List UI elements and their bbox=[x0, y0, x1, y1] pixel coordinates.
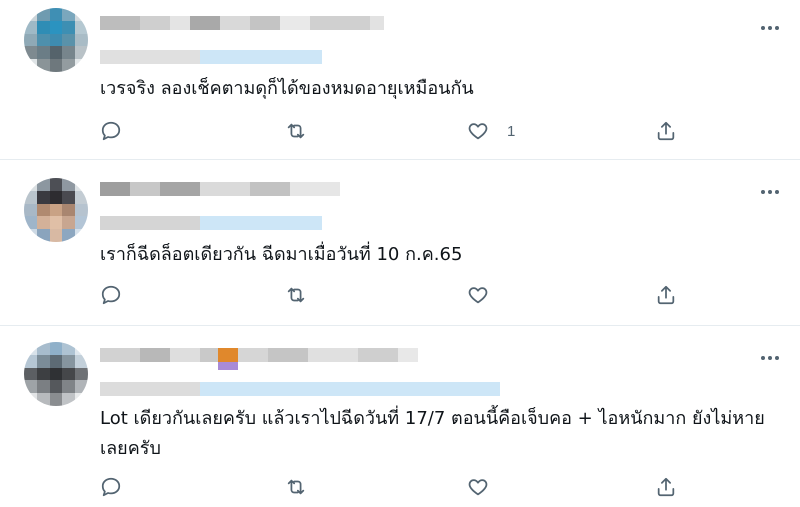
more-options-icon[interactable] bbox=[756, 18, 784, 38]
reply-button[interactable] bbox=[100, 474, 140, 500]
like-button[interactable] bbox=[467, 474, 507, 500]
blurred-display-name bbox=[100, 348, 418, 362]
reply-tweet[interactable]: Lot เดียวกันเลยครับ แล้วเราไปฉีดวันที่ 1… bbox=[0, 326, 800, 507]
reply-icon bbox=[101, 477, 121, 497]
more-options-icon[interactable] bbox=[756, 182, 784, 202]
blurred-handle bbox=[100, 382, 500, 396]
reply-button[interactable] bbox=[100, 118, 140, 144]
blurred-badge bbox=[100, 362, 238, 376]
reply-icon bbox=[101, 121, 121, 141]
avatar[interactable] bbox=[24, 8, 88, 72]
more-options-icon[interactable] bbox=[756, 348, 784, 368]
avatar[interactable] bbox=[24, 342, 88, 406]
blurred-display-name bbox=[100, 16, 384, 30]
action-bar: 1 bbox=[100, 118, 700, 144]
share-button[interactable] bbox=[655, 282, 677, 308]
share-icon bbox=[657, 121, 675, 141]
reply-text: เวรจริง ลองเช็คตามดุก็ได้ของหมดอายุเหมือ… bbox=[100, 78, 474, 99]
action-bar bbox=[100, 282, 700, 308]
avatar[interactable] bbox=[24, 178, 88, 242]
reply-feed: เวรจริง ลองเช็คตามดุก็ได้ของหมดอายุเหมือ… bbox=[0, 0, 800, 507]
reply-text: เราก็ฉีดล็อตเดียวกัน ฉีดมาเมื่อวันที่ 10… bbox=[100, 244, 463, 265]
reply-tweet[interactable]: เราก็ฉีดล็อตเดียวกัน ฉีดมาเมื่อวันที่ 10… bbox=[0, 160, 800, 326]
retweet-button[interactable] bbox=[285, 282, 325, 308]
blurred-handle bbox=[100, 216, 322, 230]
retweet-icon bbox=[287, 123, 305, 139]
retweet-icon bbox=[287, 479, 305, 495]
action-bar bbox=[100, 474, 700, 500]
reply-icon bbox=[101, 285, 121, 305]
blurred-display-name bbox=[100, 182, 340, 196]
reply-text: Lot เดียวกันเลยครับ แล้วเราไปฉีดวันที่ 1… bbox=[100, 408, 765, 459]
share-button[interactable] bbox=[655, 474, 677, 500]
blurred-handle bbox=[100, 50, 322, 64]
reply-button[interactable] bbox=[100, 282, 140, 308]
share-icon bbox=[657, 477, 675, 497]
like-count: 1 bbox=[507, 122, 516, 140]
share-icon bbox=[657, 285, 675, 305]
retweet-button[interactable] bbox=[285, 118, 325, 144]
share-button[interactable] bbox=[655, 118, 677, 144]
reply-tweet[interactable]: เวรจริง ลองเช็คตามดุก็ได้ของหมดอายุเหมือ… bbox=[0, 0, 800, 160]
retweet-icon bbox=[287, 287, 305, 303]
heart-icon bbox=[468, 479, 488, 496]
retweet-button[interactable] bbox=[285, 474, 325, 500]
heart-icon bbox=[468, 123, 488, 140]
heart-icon bbox=[468, 287, 488, 304]
like-button[interactable] bbox=[467, 282, 507, 308]
like-button[interactable]: 1 bbox=[467, 118, 515, 144]
